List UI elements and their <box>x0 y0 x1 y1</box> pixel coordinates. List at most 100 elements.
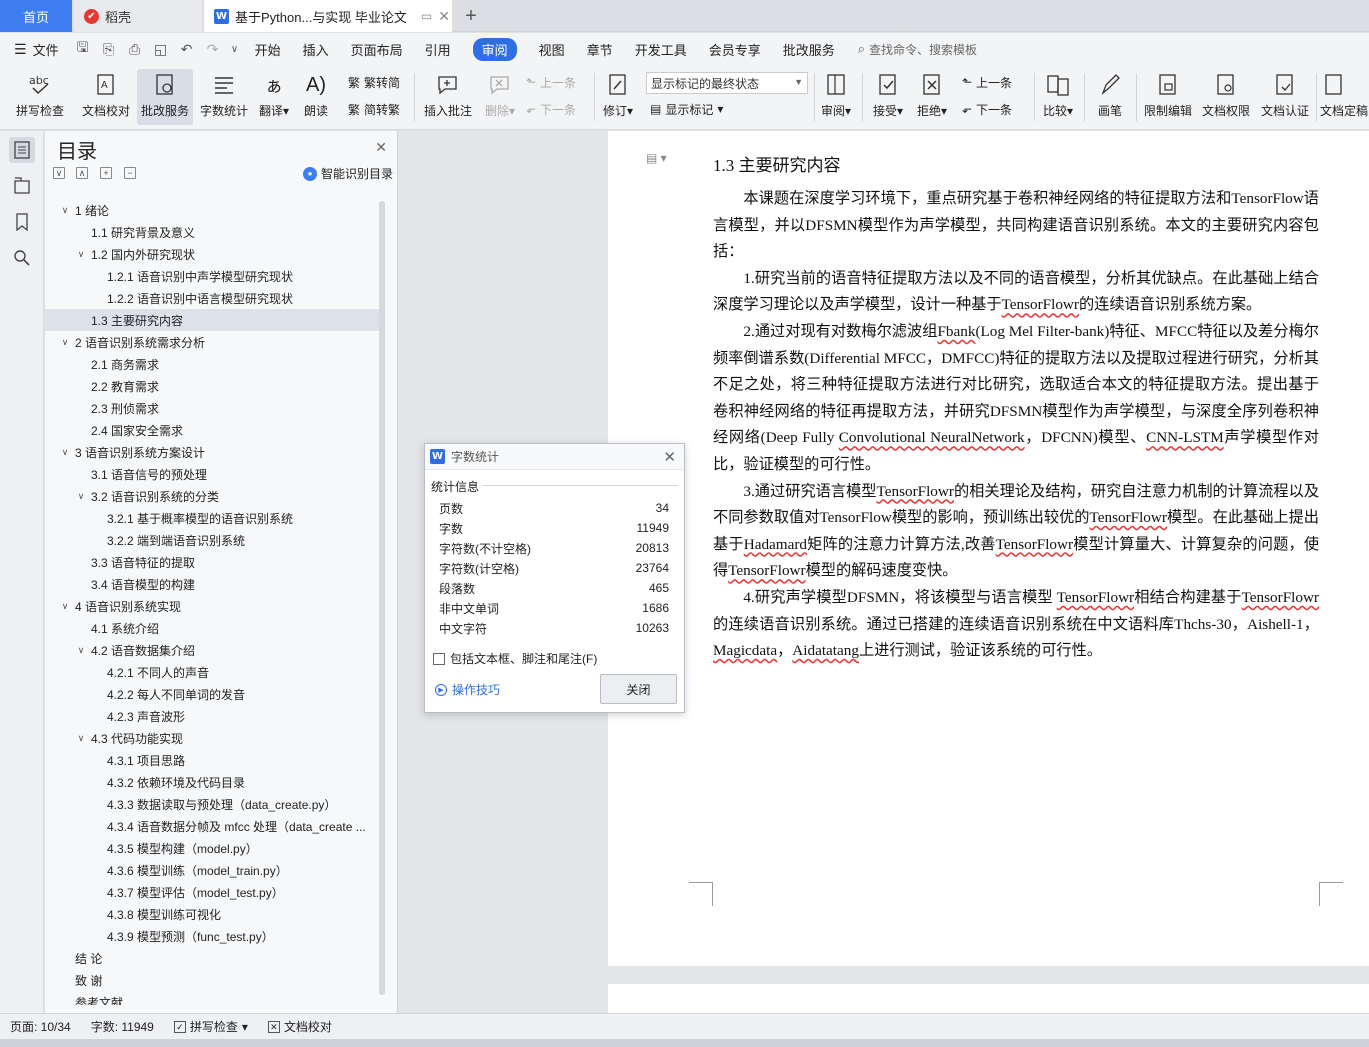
toc-item[interactable]: 1.3 主要研究内容 <box>45 309 379 331</box>
toc-pane-icon[interactable] <box>9 137 35 163</box>
tips-link[interactable]: ▶ 操作技巧 <box>435 681 500 698</box>
toc-item[interactable]: 4.2.3 声音波形 <box>45 705 379 727</box>
compare-button[interactable]: 比较▾ <box>1040 69 1076 125</box>
spelling-flag[interactable]: Hadamard <box>744 536 807 553</box>
spelling-flag[interactable]: TensorFlowr <box>996 536 1073 553</box>
menu-correction[interactable]: 批改服务 <box>772 33 846 65</box>
tab-document[interactable]: W 基于Python...与实现 毕业论文 ▭ ✕ <box>204 0 452 32</box>
menu-start[interactable]: 开始 <box>244 33 292 65</box>
toc-expand-all-icon[interactable]: ∨ <box>53 167 65 179</box>
doc-certify-button[interactable]: 文档认证 <box>1258 69 1312 125</box>
toc-item[interactable]: 2.3 刑侦需求 <box>45 397 379 419</box>
toc-item[interactable]: 4.3.7 模型评估（model_test.py） <box>45 881 379 903</box>
word-count-button[interactable]: 字数统计 <box>196 69 252 125</box>
dialog-titlebar[interactable]: W 字数统计 <box>425 444 684 470</box>
status-spell-check[interactable]: ✓ 拼写检查 ▾ <box>164 1018 258 1035</box>
close-icon[interactable]: ✕ <box>663 448 676 466</box>
toc-item[interactable]: 3.2.2 端到端语音识别系统 <box>45 529 379 551</box>
toc-item[interactable]: 4.3.6 模型训练（model_train.py） <box>45 859 379 881</box>
review-pane-button[interactable]: 审阅▾ <box>818 69 854 125</box>
toc-item[interactable]: 4.1 系统介绍 <box>45 617 379 639</box>
doc-proofread-button[interactable]: A 文档校对 <box>78 69 134 125</box>
track-changes-button[interactable]: 修订▾ <box>600 69 636 125</box>
tab-close-icon[interactable]: ✕ <box>438 8 450 25</box>
menu-developer[interactable]: 开发工具 <box>624 33 698 65</box>
toc-item[interactable]: 1.2.2 语音识别中语言模型研究现状 <box>45 287 379 309</box>
toc-item[interactable]: 3.4 语音模型的构建 <box>45 573 379 595</box>
file-menu[interactable]: ☰ 文件 <box>0 33 70 65</box>
menu-references[interactable]: 引用 <box>414 33 462 65</box>
toc-item[interactable]: 4.2.2 每人不同单词的发音 <box>45 683 379 705</box>
toc-item[interactable]: 参考文献 <box>45 991 379 1006</box>
toc-item[interactable]: 4.3.5 模型构建（model.py） <box>45 837 379 859</box>
menu-section[interactable]: 章节 <box>576 33 624 65</box>
navigation-pane-icon[interactable] <box>9 173 35 199</box>
toc-item[interactable]: 1.2.1 语音识别中声学模型研究现状 <box>45 265 379 287</box>
new-tab-button[interactable]: + <box>458 0 484 32</box>
screen-icon[interactable]: ▭ <box>421 9 432 23</box>
toc-item[interactable]: 4.3.8 模型训练可视化 <box>45 903 379 925</box>
page-indicator[interactable]: 页面: 10/34 <box>0 1018 81 1035</box>
toc-item[interactable]: 4.2.1 不同人的声音 <box>45 661 379 683</box>
close-button[interactable]: 关闭 <box>600 674 677 704</box>
prev-change-button[interactable]: ⬑ 上一条 <box>962 71 1012 93</box>
spell-check-button[interactable]: abc 拼写检查 <box>8 69 72 125</box>
doc-permission-button[interactable]: 文档权限 <box>1200 69 1252 125</box>
toc-item[interactable]: 4.3.2 依赖环境及代码目录 <box>45 771 379 793</box>
chevron-down-icon[interactable]: ∨ <box>59 601 71 612</box>
review-state-select[interactable]: 显示标记的最终状态 ▼ <box>646 72 808 94</box>
toc-item[interactable]: 3.2.1 基于概率模型的语音识别系统 <box>45 507 379 529</box>
toc-item[interactable]: 2.4 国家安全需求 <box>45 419 379 441</box>
chevron-down-icon[interactable]: ∨ <box>59 337 71 348</box>
spelling-flag[interactable]: TensorFlowr <box>728 562 805 579</box>
chevron-down-icon[interactable]: ∨ <box>75 733 87 744</box>
word-count-indicator[interactable]: 字数: 11949 <box>81 1018 164 1035</box>
menu-layout[interactable]: 页面布局 <box>340 33 414 65</box>
doc-finalize-button[interactable]: 文档定稿 <box>1320 69 1369 125</box>
spelling-flag[interactable]: Convolutional NeuralNetwork <box>839 429 1025 446</box>
chevron-down-icon[interactable]: ∨ <box>75 249 87 260</box>
chevron-down-icon[interactable]: ∨ <box>59 447 71 458</box>
show-markup-button[interactable]: ▤ 显示标记 ▾ <box>650 98 723 120</box>
toc-item[interactable]: ∨ 4 语音识别系统实现 <box>45 595 379 617</box>
menu-view[interactable]: 视图 <box>528 33 576 65</box>
toc-item[interactable]: 4.3.4 语音数据分帧及 mfcc 处理（data_create ... <box>45 815 379 837</box>
spelling-flag[interactable]: Aidatatang <box>792 642 859 659</box>
toc-item[interactable]: ∨ 3.2 语音识别系统的分类 <box>45 485 379 507</box>
toc-collapse-all-icon[interactable]: ∧ <box>76 167 88 179</box>
menu-insert[interactable]: 插入 <box>292 33 340 65</box>
prev-comment-button[interactable]: ⬑ 上一条 <box>526 71 576 93</box>
restrict-editing-button[interactable]: 限制编辑 <box>1140 69 1196 125</box>
smart-toc-button[interactable]: ● 智能识别目录 <box>302 165 393 182</box>
spelling-flag[interactable]: CNN-LSTM <box>1146 429 1224 446</box>
export-icon[interactable]: ⎘ <box>96 33 122 65</box>
toc-item[interactable]: ∨ 4.2 语音数据集介绍 <box>45 639 379 661</box>
spelling-flag[interactable]: Fbank <box>937 323 975 340</box>
save-icon[interactable]: 🖫 <box>70 33 96 65</box>
toc-item[interactable]: 3.3 语音特征的提取 <box>45 551 379 573</box>
translate-button[interactable]: ぁ 翻译▾ <box>256 69 292 125</box>
document-page[interactable]: ▤ ▾ 1.3 主要研究内容 本课题在深度学习环境下，重点研究基于卷积神经网络的… <box>608 131 1369 966</box>
include-textbox-checkbox[interactable]: 包括文本框、脚注和尾注(F) <box>433 650 597 667</box>
chevron-down-icon[interactable]: ∨ <box>59 205 71 216</box>
tab-daoke[interactable]: ✔ 稻壳 <box>74 0 202 32</box>
checkbox-box[interactable] <box>433 652 445 665</box>
toc-item[interactable]: 3.1 语音信号的预处理 <box>45 463 379 485</box>
delete-comment-button[interactable]: 删除▾ <box>480 69 520 125</box>
bookmark-icon[interactable] <box>9 209 35 235</box>
command-search[interactable]: ⌕ 查找命令、搜索模板 <box>846 41 977 58</box>
spelling-flag[interactable]: TensorFlowr <box>1242 589 1319 606</box>
chevron-down-icon[interactable]: ∨ <box>75 491 87 502</box>
document-body[interactable]: 本课题在深度学习环境下，重点研究基于卷积神经网络的特征提取方法和TensorFl… <box>713 186 1319 665</box>
pen-button[interactable]: 画笔 <box>1092 69 1128 125</box>
menu-review[interactable]: 审阅 <box>462 33 528 65</box>
redo-icon[interactable]: ↷ <box>200 33 226 65</box>
chevron-down-icon[interactable]: ∨ <box>75 645 87 656</box>
accept-button[interactable]: 接受▾ <box>870 69 906 125</box>
find-icon[interactable] <box>9 245 35 271</box>
toc-item[interactable]: 致 谢 <box>45 969 379 991</box>
spelling-flag[interactable]: TensorFlowr <box>1090 509 1167 526</box>
next-page[interactable] <box>608 984 1369 1014</box>
toc-remove-icon[interactable]: − <box>124 167 136 179</box>
status-proofread[interactable]: ✕ 文档校对 <box>258 1018 342 1035</box>
